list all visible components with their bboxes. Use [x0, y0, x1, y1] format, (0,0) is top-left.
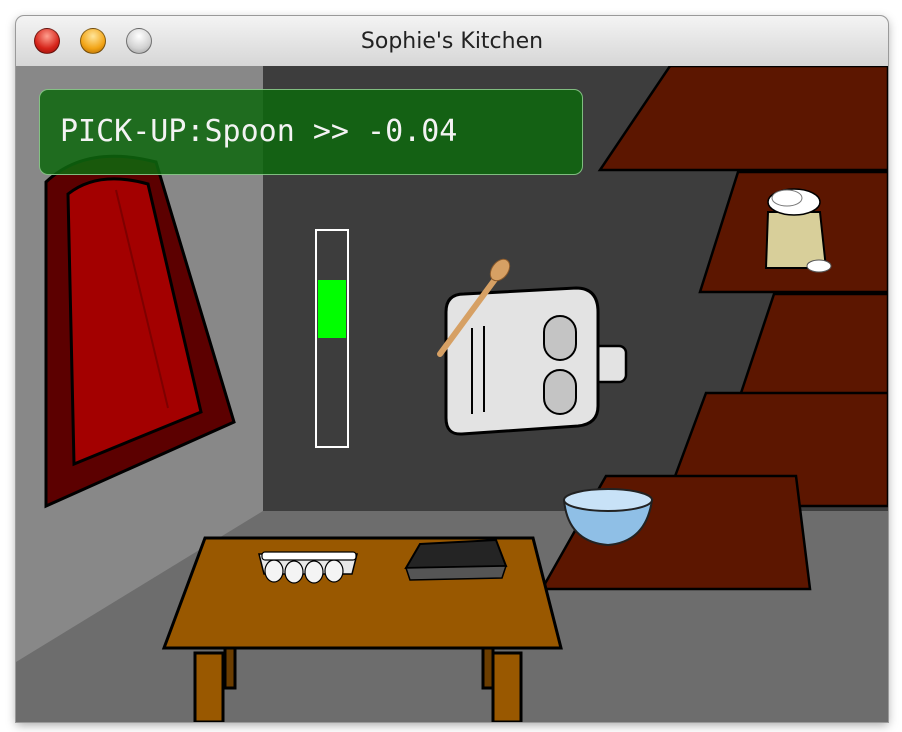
action-status-panel: PICK-UP:Spoon >> -0.04	[39, 89, 583, 175]
app-window: Sophie's Kitchen PICK-UP:Spoon >> -0.04	[16, 16, 888, 722]
title-bar[interactable]: Sophie's Kitchen	[16, 16, 888, 67]
reward-meter-fill	[318, 280, 346, 338]
baking-tray[interactable]	[404, 538, 508, 581]
window-title: Sophie's Kitchen	[360, 29, 544, 54]
action-status-text: PICK-UP:Spoon >> -0.04	[60, 114, 458, 149]
